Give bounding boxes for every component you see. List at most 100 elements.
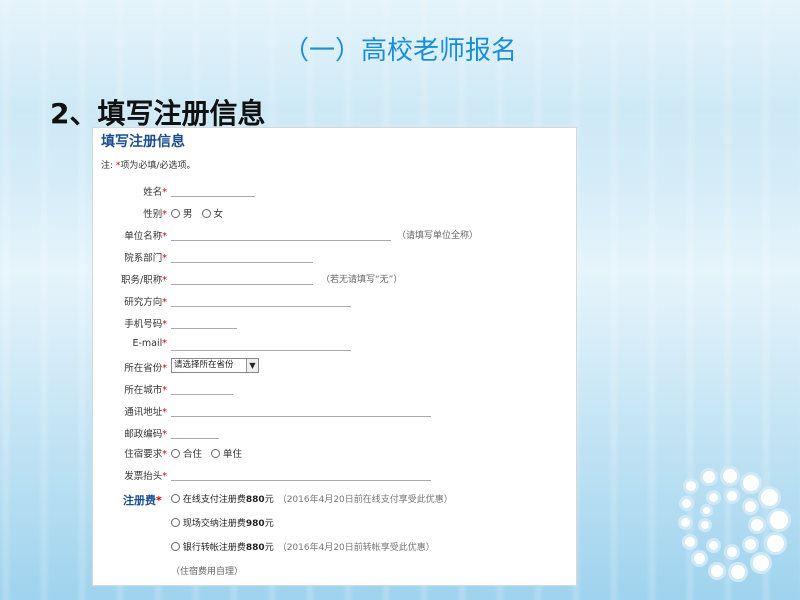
fee-label: 注册费* <box>123 494 162 507</box>
fee-footnote: （住宿费用自理） <box>171 567 244 577</box>
note-prefix: 注: <box>101 161 116 171</box>
fee-bank-text: 银行转帐注册费 <box>182 543 246 553</box>
research-label: 研究方向* <box>124 297 167 308</box>
row-invoice: 发票抬头* <box>93 466 576 484</box>
fee-online-amount: 880 <box>245 495 265 505</box>
phone-label: 手机号码* <box>124 319 167 330</box>
fee-bank-amount: 880 <box>245 543 265 553</box>
fee-online-note: （2016年4月20日前在线支付享受此优惠） <box>277 495 453 505</box>
deco-dot <box>748 516 766 534</box>
lodging-label: 住宿要求* <box>124 449 167 460</box>
lodging-shared-radio[interactable] <box>171 449 180 458</box>
city-input[interactable] <box>171 394 233 395</box>
row-province: 所在省份* 请选择所在省份 ▼ <box>93 358 576 376</box>
deco-dot <box>742 536 759 553</box>
deco-dot <box>691 550 708 567</box>
deco-dot <box>724 488 740 504</box>
chevron-down-icon[interactable]: ▼ <box>246 359 258 372</box>
row-address: 通讯地址* <box>93 402 576 420</box>
email-input[interactable] <box>171 350 351 351</box>
fee-option-online[interactable]: 在线支付注册费880元 （2016年4月20日前在线支付享受此优惠） <box>171 492 453 505</box>
city-label: 所在城市* <box>124 385 167 396</box>
form-title: 填写注册信息 <box>101 134 185 150</box>
fee-bank-radio[interactable] <box>171 542 180 551</box>
phone-input[interactable] <box>171 328 237 329</box>
address-label: 通讯地址* <box>124 407 167 418</box>
province-select-value: 请选择所在省份 <box>174 360 234 370</box>
name-label: 姓名* <box>143 187 167 198</box>
form-note: 注: *项为必填/必选项。 <box>101 158 195 171</box>
deco-dot <box>767 508 791 532</box>
slide-subheading: 2、填写注册信息 <box>50 97 266 130</box>
deco-dot <box>742 498 759 515</box>
registration-form-screenshot: 填写注册信息 注: *项为必填/必选项。 姓名* 性别* 男 女 单位名称* （… <box>93 128 576 585</box>
row-postcode: 邮政编码* <box>93 424 576 442</box>
deco-dot <box>700 504 713 517</box>
title-hint: （若无请填写“无”） <box>321 275 403 285</box>
invoice-input[interactable] <box>171 480 431 481</box>
row-unit: 单位名称* （请填写单位全称） <box>93 226 576 244</box>
fee-online-radio[interactable] <box>171 494 180 503</box>
email-label: E-mail* <box>132 338 167 349</box>
row-research: 研究方向* <box>93 292 576 310</box>
fee-online-text: 在线支付注册费 <box>182 495 246 505</box>
gender-male-radio[interactable] <box>171 209 180 218</box>
fee-onsite-unit: 元 <box>264 519 274 529</box>
row-gender: 性别* 男 女 <box>93 204 576 222</box>
fee-bank-unit: 元 <box>264 543 274 553</box>
invoice-label: 发票抬头* <box>124 471 167 482</box>
row-title: 职务/职称* （若无请填写“无”） <box>93 270 576 288</box>
title-label: 职务/职称* <box>121 275 167 286</box>
deco-dot <box>683 478 699 494</box>
title-input[interactable] <box>171 284 313 285</box>
deco-dot <box>720 466 740 486</box>
gender-label: 性别* <box>143 209 167 220</box>
province-label: 所在省份* <box>124 363 167 374</box>
row-lodging: 住宿要求* 合住 单住 <box>93 444 576 462</box>
fee-onsite-amount: 980 <box>245 519 265 529</box>
fee-option-onsite[interactable]: 现场交纳注册费980元 <box>171 516 274 529</box>
postcode-input[interactable] <box>171 438 219 439</box>
deco-dot <box>706 538 721 553</box>
postcode-label: 邮政编码* <box>124 429 167 440</box>
deco-dot <box>708 562 726 580</box>
gender-female-label: 女 <box>213 209 224 220</box>
deco-dot <box>679 496 694 511</box>
deco-dot <box>724 544 740 560</box>
gender-radio-group: 男 女 <box>171 206 229 220</box>
row-name: 姓名* <box>93 182 576 200</box>
unit-label: 单位名称* <box>124 231 167 242</box>
fee-online-unit: 元 <box>264 495 274 505</box>
deco-dot <box>740 472 762 494</box>
lodging-shared-label: 合住 <box>183 449 203 460</box>
row-email: E-mail* <box>93 336 576 354</box>
deco-dot <box>682 534 698 550</box>
deco-dot <box>728 562 748 582</box>
row-phone: 手机号码* <box>93 314 576 332</box>
fee-bank-note: （2016年4月20日前转帐享受此优惠） <box>277 543 435 553</box>
research-input[interactable] <box>171 306 351 307</box>
deco-dot <box>750 552 772 574</box>
unit-input[interactable] <box>171 240 391 241</box>
name-input[interactable] <box>171 196 255 197</box>
row-department: 院系部门* <box>93 248 576 266</box>
lodging-single-radio[interactable] <box>211 449 221 458</box>
lodging-radio-group: 合住 单住 <box>171 446 248 460</box>
gender-female-radio[interactable] <box>201 209 211 218</box>
deco-dot <box>698 518 712 532</box>
fee-onsite-text: 现场交纳注册费 <box>182 519 246 529</box>
row-city: 所在城市* <box>93 380 576 398</box>
address-input[interactable] <box>171 416 431 417</box>
lodging-single-label: 单住 <box>223 449 243 460</box>
note-text: 项为必填/必选项。 <box>120 161 196 171</box>
department-label: 院系部门* <box>124 253 167 264</box>
department-input[interactable] <box>171 262 313 263</box>
province-select[interactable]: 请选择所在省份 ▼ <box>171 358 259 373</box>
fee-option-bank[interactable]: 银行转帐注册费880元 （2016年4月20日前转帐享受此优惠） <box>171 540 435 553</box>
deco-dot <box>758 486 781 509</box>
deco-dot <box>700 468 718 486</box>
unit-hint: （请填写单位全称） <box>397 231 479 241</box>
decorative-dot-ring <box>578 0 800 600</box>
fee-onsite-radio[interactable] <box>171 518 180 527</box>
deco-dot <box>678 515 693 530</box>
